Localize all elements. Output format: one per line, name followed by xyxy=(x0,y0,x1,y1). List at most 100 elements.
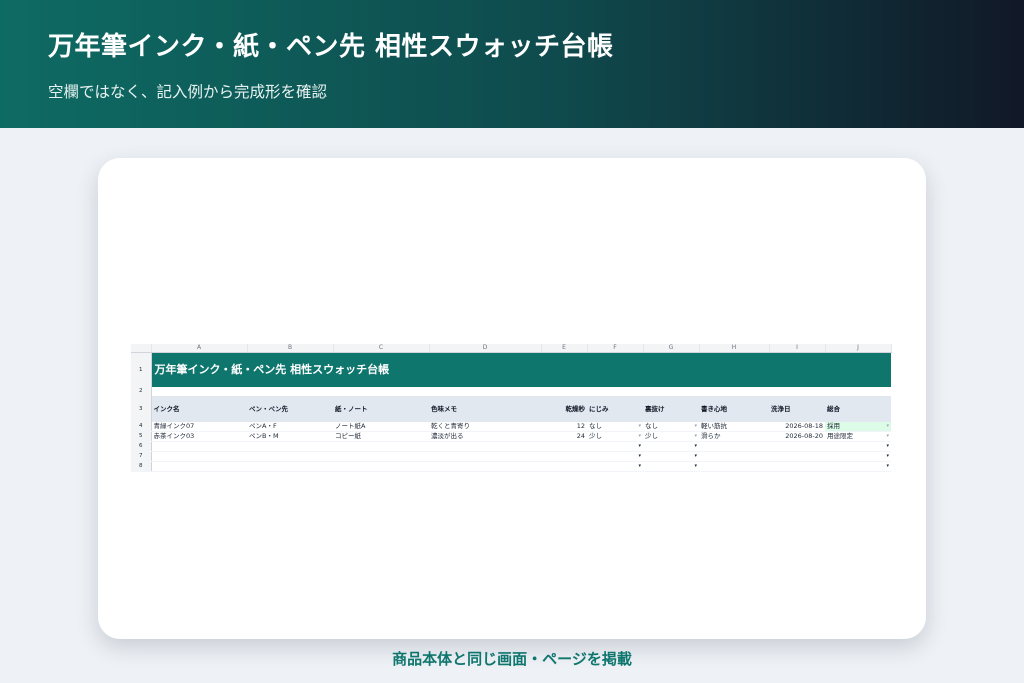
cell-pen[interactable]: ペンB・M xyxy=(247,431,333,442)
column-header[interactable]: A xyxy=(151,344,248,353)
header-overall[interactable]: 総合 xyxy=(825,396,891,422)
header-dry-seconds[interactable]: 乾燥秒 xyxy=(541,396,587,422)
table-row: 8 ▾ ▾ ▾ xyxy=(131,461,891,472)
column-header[interactable]: G xyxy=(643,344,700,353)
column-header[interactable]: J xyxy=(825,344,892,353)
empty-cell[interactable] xyxy=(151,387,891,396)
row-number[interactable]: 3 xyxy=(131,396,152,422)
empty-cell[interactable] xyxy=(699,451,769,462)
empty-cell[interactable] xyxy=(151,441,247,452)
header-feel[interactable]: 書き心地 xyxy=(699,396,769,422)
dropdown-arrow-icon[interactable]: ▾ xyxy=(694,422,697,431)
dropdown-arrow-icon[interactable]: ▾ xyxy=(587,461,643,472)
row-number[interactable]: 2 xyxy=(131,387,152,396)
cell-ink-name[interactable]: 赤茶インク03 xyxy=(151,431,247,442)
sheet-title-cell[interactable]: 万年筆インク・紙・ペン先 相性スウォッチ台帳 xyxy=(151,352,891,387)
cell-dry-seconds[interactable]: 24 xyxy=(541,431,587,442)
empty-cell[interactable] xyxy=(247,451,333,462)
column-header[interactable]: B xyxy=(247,344,334,353)
empty-cell[interactable] xyxy=(151,461,247,472)
empty-cell[interactable] xyxy=(429,451,541,462)
cell-pen[interactable]: ペンA・F xyxy=(247,422,333,432)
cell-feel[interactable]: 滑らか xyxy=(699,431,769,442)
column-header-row: A B C D E F G H I J xyxy=(131,344,892,353)
page-subtitle: 空欄ではなく、記入例から完成形を確認 xyxy=(48,83,328,101)
cell-paper[interactable]: ノート紙A xyxy=(333,422,429,432)
empty-cell[interactable] xyxy=(151,451,247,462)
dropdown-arrow-icon[interactable]: ▾ xyxy=(643,461,699,472)
corner-cell[interactable] xyxy=(131,344,152,353)
dropdown-arrow-icon[interactable]: ▾ xyxy=(886,422,889,431)
column-header[interactable]: I xyxy=(769,344,826,353)
cell-color-memo[interactable]: 濃淡が出る xyxy=(429,431,541,442)
column-header[interactable]: F xyxy=(587,344,644,353)
table-row: 6 ▾ ▾ ▾ xyxy=(131,441,891,452)
cell-overall[interactable]: 採用 ▾ xyxy=(825,422,891,432)
empty-cell[interactable] xyxy=(541,441,587,452)
row-number[interactable]: 4 xyxy=(131,422,152,432)
empty-cell[interactable] xyxy=(247,461,333,472)
empty-cell[interactable] xyxy=(769,461,825,472)
table-row: 4 青緑インク07 ペンA・F ノート紙A 乾くと青寄り 12 なし ▾ なし ▾ … xyxy=(131,422,891,432)
empty-cell[interactable] xyxy=(333,451,429,462)
cell-showthrough[interactable]: 少し ▾ xyxy=(643,431,699,442)
empty-cell[interactable] xyxy=(333,461,429,472)
empty-cell[interactable] xyxy=(541,451,587,462)
empty-cell[interactable] xyxy=(541,461,587,472)
header-paper[interactable]: 紙・ノート xyxy=(333,396,429,422)
cell-bleed-value: なし xyxy=(589,422,602,430)
empty-cell[interactable] xyxy=(699,441,769,452)
dropdown-arrow-icon[interactable]: ▾ xyxy=(886,432,889,441)
header-bleed[interactable]: にじみ xyxy=(587,396,643,422)
empty-cell[interactable] xyxy=(769,451,825,462)
spreadsheet-grid: A B C D E F G H I J 1 万年筆インク・紙・ペン先 相性スウォ… xyxy=(131,344,892,472)
column-header[interactable]: C xyxy=(333,344,430,353)
header-wash-date[interactable]: 洗浄日 xyxy=(769,396,825,422)
row-number[interactable]: 7 xyxy=(131,451,152,462)
header-color-memo[interactable]: 色味メモ xyxy=(429,396,541,422)
empty-cell[interactable] xyxy=(247,441,333,452)
row-number[interactable]: 1 xyxy=(131,352,152,387)
empty-cell[interactable] xyxy=(699,461,769,472)
row-number[interactable]: 8 xyxy=(131,461,152,472)
dropdown-arrow-icon[interactable]: ▾ xyxy=(587,451,643,462)
dropdown-arrow-icon[interactable]: ▾ xyxy=(638,422,641,431)
dropdown-arrow-icon[interactable]: ▾ xyxy=(825,461,891,472)
cell-bleed[interactable]: 少し ▾ xyxy=(587,431,643,442)
spreadsheet: A B C D E F G H I J 1 万年筆インク・紙・ペン先 相性スウォ… xyxy=(131,344,892,472)
header-pen[interactable]: ペン・ペン先 xyxy=(247,396,333,422)
header-ink-name[interactable]: インク名 xyxy=(151,396,247,422)
dropdown-arrow-icon[interactable]: ▾ xyxy=(638,432,641,441)
column-header[interactable]: E xyxy=(541,344,588,353)
cell-wash-date[interactable]: 2026-08-20 xyxy=(769,431,825,442)
empty-cell[interactable] xyxy=(429,461,541,472)
dropdown-arrow-icon[interactable]: ▾ xyxy=(643,451,699,462)
cell-paper[interactable]: コピー紙 xyxy=(333,431,429,442)
empty-row: 2 xyxy=(131,387,891,396)
cell-color-memo[interactable]: 乾くと青寄り xyxy=(429,422,541,432)
dropdown-arrow-icon[interactable]: ▾ xyxy=(825,451,891,462)
dropdown-arrow-icon[interactable]: ▾ xyxy=(825,441,891,452)
cell-showthrough-value: 少し xyxy=(645,432,658,440)
dropdown-arrow-icon[interactable]: ▾ xyxy=(587,441,643,452)
dropdown-arrow-icon[interactable]: ▾ xyxy=(694,432,697,441)
cell-overall[interactable]: 用途限定 ▾ xyxy=(825,431,891,442)
column-header[interactable]: D xyxy=(429,344,542,353)
empty-cell[interactable] xyxy=(769,441,825,452)
cell-bleed-value: 少し xyxy=(589,432,602,440)
table-row: 7 ▾ ▾ ▾ xyxy=(131,451,891,462)
header-showthrough[interactable]: 裏抜け xyxy=(643,396,699,422)
dropdown-arrow-icon[interactable]: ▾ xyxy=(643,441,699,452)
column-header[interactable]: H xyxy=(699,344,770,353)
row-number[interactable]: 6 xyxy=(131,441,152,452)
cell-ink-name[interactable]: 青緑インク07 xyxy=(151,422,247,432)
cell-showthrough[interactable]: なし ▾ xyxy=(643,422,699,432)
cell-dry-seconds[interactable]: 12 xyxy=(541,422,587,432)
cell-wash-date[interactable]: 2026-08-18 xyxy=(769,422,825,432)
empty-cell[interactable] xyxy=(429,441,541,452)
row-number[interactable]: 5 xyxy=(131,431,152,442)
cell-bleed[interactable]: なし ▾ xyxy=(587,422,643,432)
empty-cell[interactable] xyxy=(333,441,429,452)
cell-showthrough-value: なし xyxy=(645,422,658,430)
cell-feel[interactable]: 軽い筋抗 xyxy=(699,422,769,432)
